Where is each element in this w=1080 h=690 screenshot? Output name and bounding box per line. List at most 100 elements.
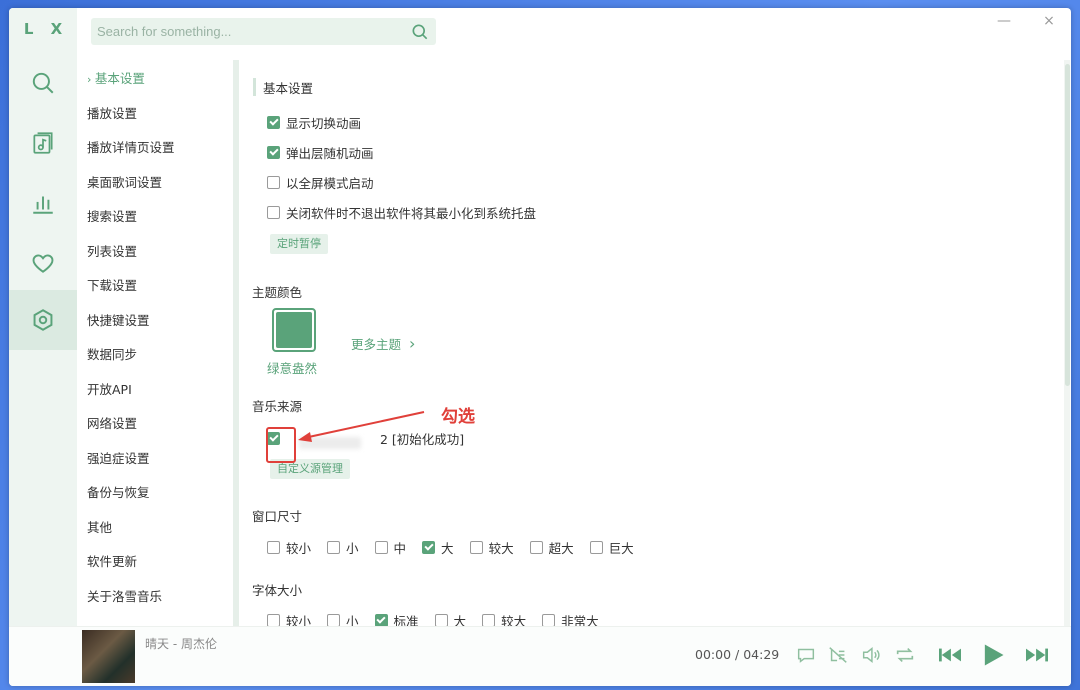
minimize-button[interactable]: — — [995, 12, 1013, 30]
page-title: 基本设置 — [263, 81, 314, 96]
lyric-off-icon — [829, 647, 847, 663]
search-bar — [91, 18, 436, 45]
window-size-title: 窗口尺寸 — [252, 509, 303, 524]
comment-icon — [797, 648, 815, 663]
rail-chart[interactable] — [9, 174, 77, 232]
checkbox[interactable] — [469, 541, 483, 554]
option-minimize-tray[interactable]: 关闭软件时不退出软件将其最小化到系统托盘 — [267, 203, 536, 222]
window-size-options: 较小 小 中 大 较大 超大 巨大 — [267, 538, 650, 557]
rail-settings[interactable] — [9, 290, 77, 350]
annotation-label: 勾选 — [441, 407, 475, 427]
content-scroll-thumb[interactable] — [1065, 64, 1070, 386]
checkbox[interactable] — [267, 176, 280, 189]
size-option[interactable]: 大 — [422, 538, 454, 557]
nav-item-download[interactable]: 下载设置 — [87, 275, 137, 295]
close-button[interactable]: × — [1040, 12, 1058, 30]
checkbox[interactable] — [267, 116, 280, 129]
font-option[interactable]: 较大 — [482, 611, 526, 626]
icon-rail: L X — [9, 8, 77, 626]
checkbox[interactable] — [374, 614, 388, 626]
checkbox[interactable] — [542, 614, 556, 626]
font-option[interactable]: 非常大 — [542, 611, 599, 626]
checkbox[interactable] — [589, 541, 603, 554]
nav-item-play-detail[interactable]: 播放详情页设置 — [87, 137, 175, 157]
next-button[interactable] — [1021, 642, 1053, 668]
checkbox[interactable] — [267, 541, 280, 554]
nav-item-play[interactable]: 播放设置 — [87, 103, 137, 123]
nav-item-network[interactable]: 网络设置 — [87, 413, 137, 433]
desktop-lyric-button[interactable] — [825, 642, 851, 668]
heart-icon — [32, 254, 54, 273]
font-option[interactable]: 标准 — [374, 611, 419, 626]
size-option[interactable]: 较小 — [267, 538, 311, 557]
song-title: 晴天 - 周杰伦 — [145, 637, 217, 651]
size-option[interactable]: 超大 — [529, 538, 574, 557]
chevron-right-icon: › — [409, 334, 416, 353]
nav-item-list[interactable]: 列表设置 — [87, 241, 137, 261]
volume-button[interactable] — [858, 642, 884, 668]
checkbox[interactable] — [267, 206, 280, 219]
play-time: 00:00 / 04:29 — [695, 647, 780, 662]
checkbox[interactable] — [434, 614, 448, 626]
settings-icon — [33, 309, 53, 331]
next-icon — [1026, 648, 1048, 662]
timer-pause-button[interactable]: 定时暂停 — [270, 234, 328, 254]
checkbox[interactable] — [267, 146, 280, 159]
repeat-button[interactable] — [892, 642, 918, 668]
checkbox[interactable] — [327, 541, 341, 554]
nav-item-api[interactable]: 开放API — [87, 379, 132, 399]
volume-icon — [862, 647, 880, 663]
play-button[interactable] — [978, 642, 1008, 668]
chevron-right-icon: › — [87, 73, 95, 86]
font-option[interactable]: 小 — [327, 611, 359, 626]
nav-item-sync[interactable]: 数据同步 — [87, 344, 137, 364]
option-switch-animation[interactable]: 显示切换动画 — [267, 113, 361, 132]
search-icon — [32, 72, 54, 94]
size-option[interactable]: 中 — [374, 538, 406, 557]
nav-item-hotkey[interactable]: 快捷键设置 — [87, 310, 150, 330]
checkbox[interactable] — [327, 614, 341, 626]
option-popup-animation[interactable]: 弹出层随机动画 — [267, 143, 374, 162]
nav-item-update[interactable]: 软件更新 — [87, 551, 137, 571]
album-cover[interactable] — [82, 630, 135, 683]
nav-item-ocd[interactable]: 强迫症设置 — [87, 448, 150, 468]
settings-nav: › 基本设置 播放设置 播放详情页设置 桌面歌词设置 搜索设置 列表设置 下载设… — [77, 58, 233, 626]
theme-swatch[interactable] — [272, 308, 316, 352]
nav-item-backup[interactable]: 备份与恢复 — [87, 482, 150, 502]
checkbox[interactable] — [267, 614, 280, 626]
size-option[interactable]: 较大 — [469, 538, 514, 557]
previous-button[interactable] — [934, 642, 966, 668]
rail-music-list[interactable] — [9, 114, 77, 172]
rail-favorites[interactable] — [9, 234, 77, 292]
more-themes-link[interactable]: 更多主题 › — [351, 334, 415, 353]
comment-button[interactable] — [793, 642, 819, 668]
nav-item-basic[interactable]: › 基本设置 — [87, 68, 145, 88]
checkbox[interactable] — [422, 541, 436, 554]
font-size-title: 字体大小 — [252, 583, 303, 598]
size-option[interactable]: 小 — [327, 538, 359, 557]
font-option[interactable]: 较小 — [267, 611, 311, 626]
annotation-box — [266, 427, 296, 463]
theme-name: 绿意盎然 — [267, 361, 318, 376]
search-input[interactable] — [97, 21, 397, 42]
previous-icon — [939, 648, 961, 662]
app-window: L X Search for something... — × › 基本设置 播… — [9, 8, 1071, 686]
nav-item-desktop-lyric[interactable]: 桌面歌词设置 — [87, 172, 162, 192]
title-accent-bar — [253, 78, 256, 96]
font-option[interactable]: 大 — [434, 611, 466, 626]
nav-item-about[interactable]: 关于洛雪音乐 — [87, 586, 162, 606]
app-logo: L X — [23, 20, 69, 38]
search-icon[interactable] — [410, 22, 430, 42]
option-fullscreen-start[interactable]: 以全屏模式启动 — [267, 173, 374, 192]
settings-content: 基本设置 显示切换动画 弹出层随机动画 以全屏模式启动 关闭软件时不退出软件将其… — [239, 58, 1059, 626]
checkbox[interactable] — [529, 541, 543, 554]
theme-color — [276, 312, 312, 348]
nav-item-other[interactable]: 其他 — [87, 517, 112, 537]
annotation-arrow — [298, 411, 425, 442]
size-option[interactable]: 巨大 — [589, 538, 634, 557]
checkbox[interactable] — [374, 541, 388, 554]
checkbox[interactable] — [482, 614, 496, 626]
font-size-options: 较小 小 标准 大 较大 非常大 — [267, 611, 615, 626]
rail-search[interactable] — [9, 54, 77, 112]
nav-item-search[interactable]: 搜索设置 — [87, 206, 137, 226]
